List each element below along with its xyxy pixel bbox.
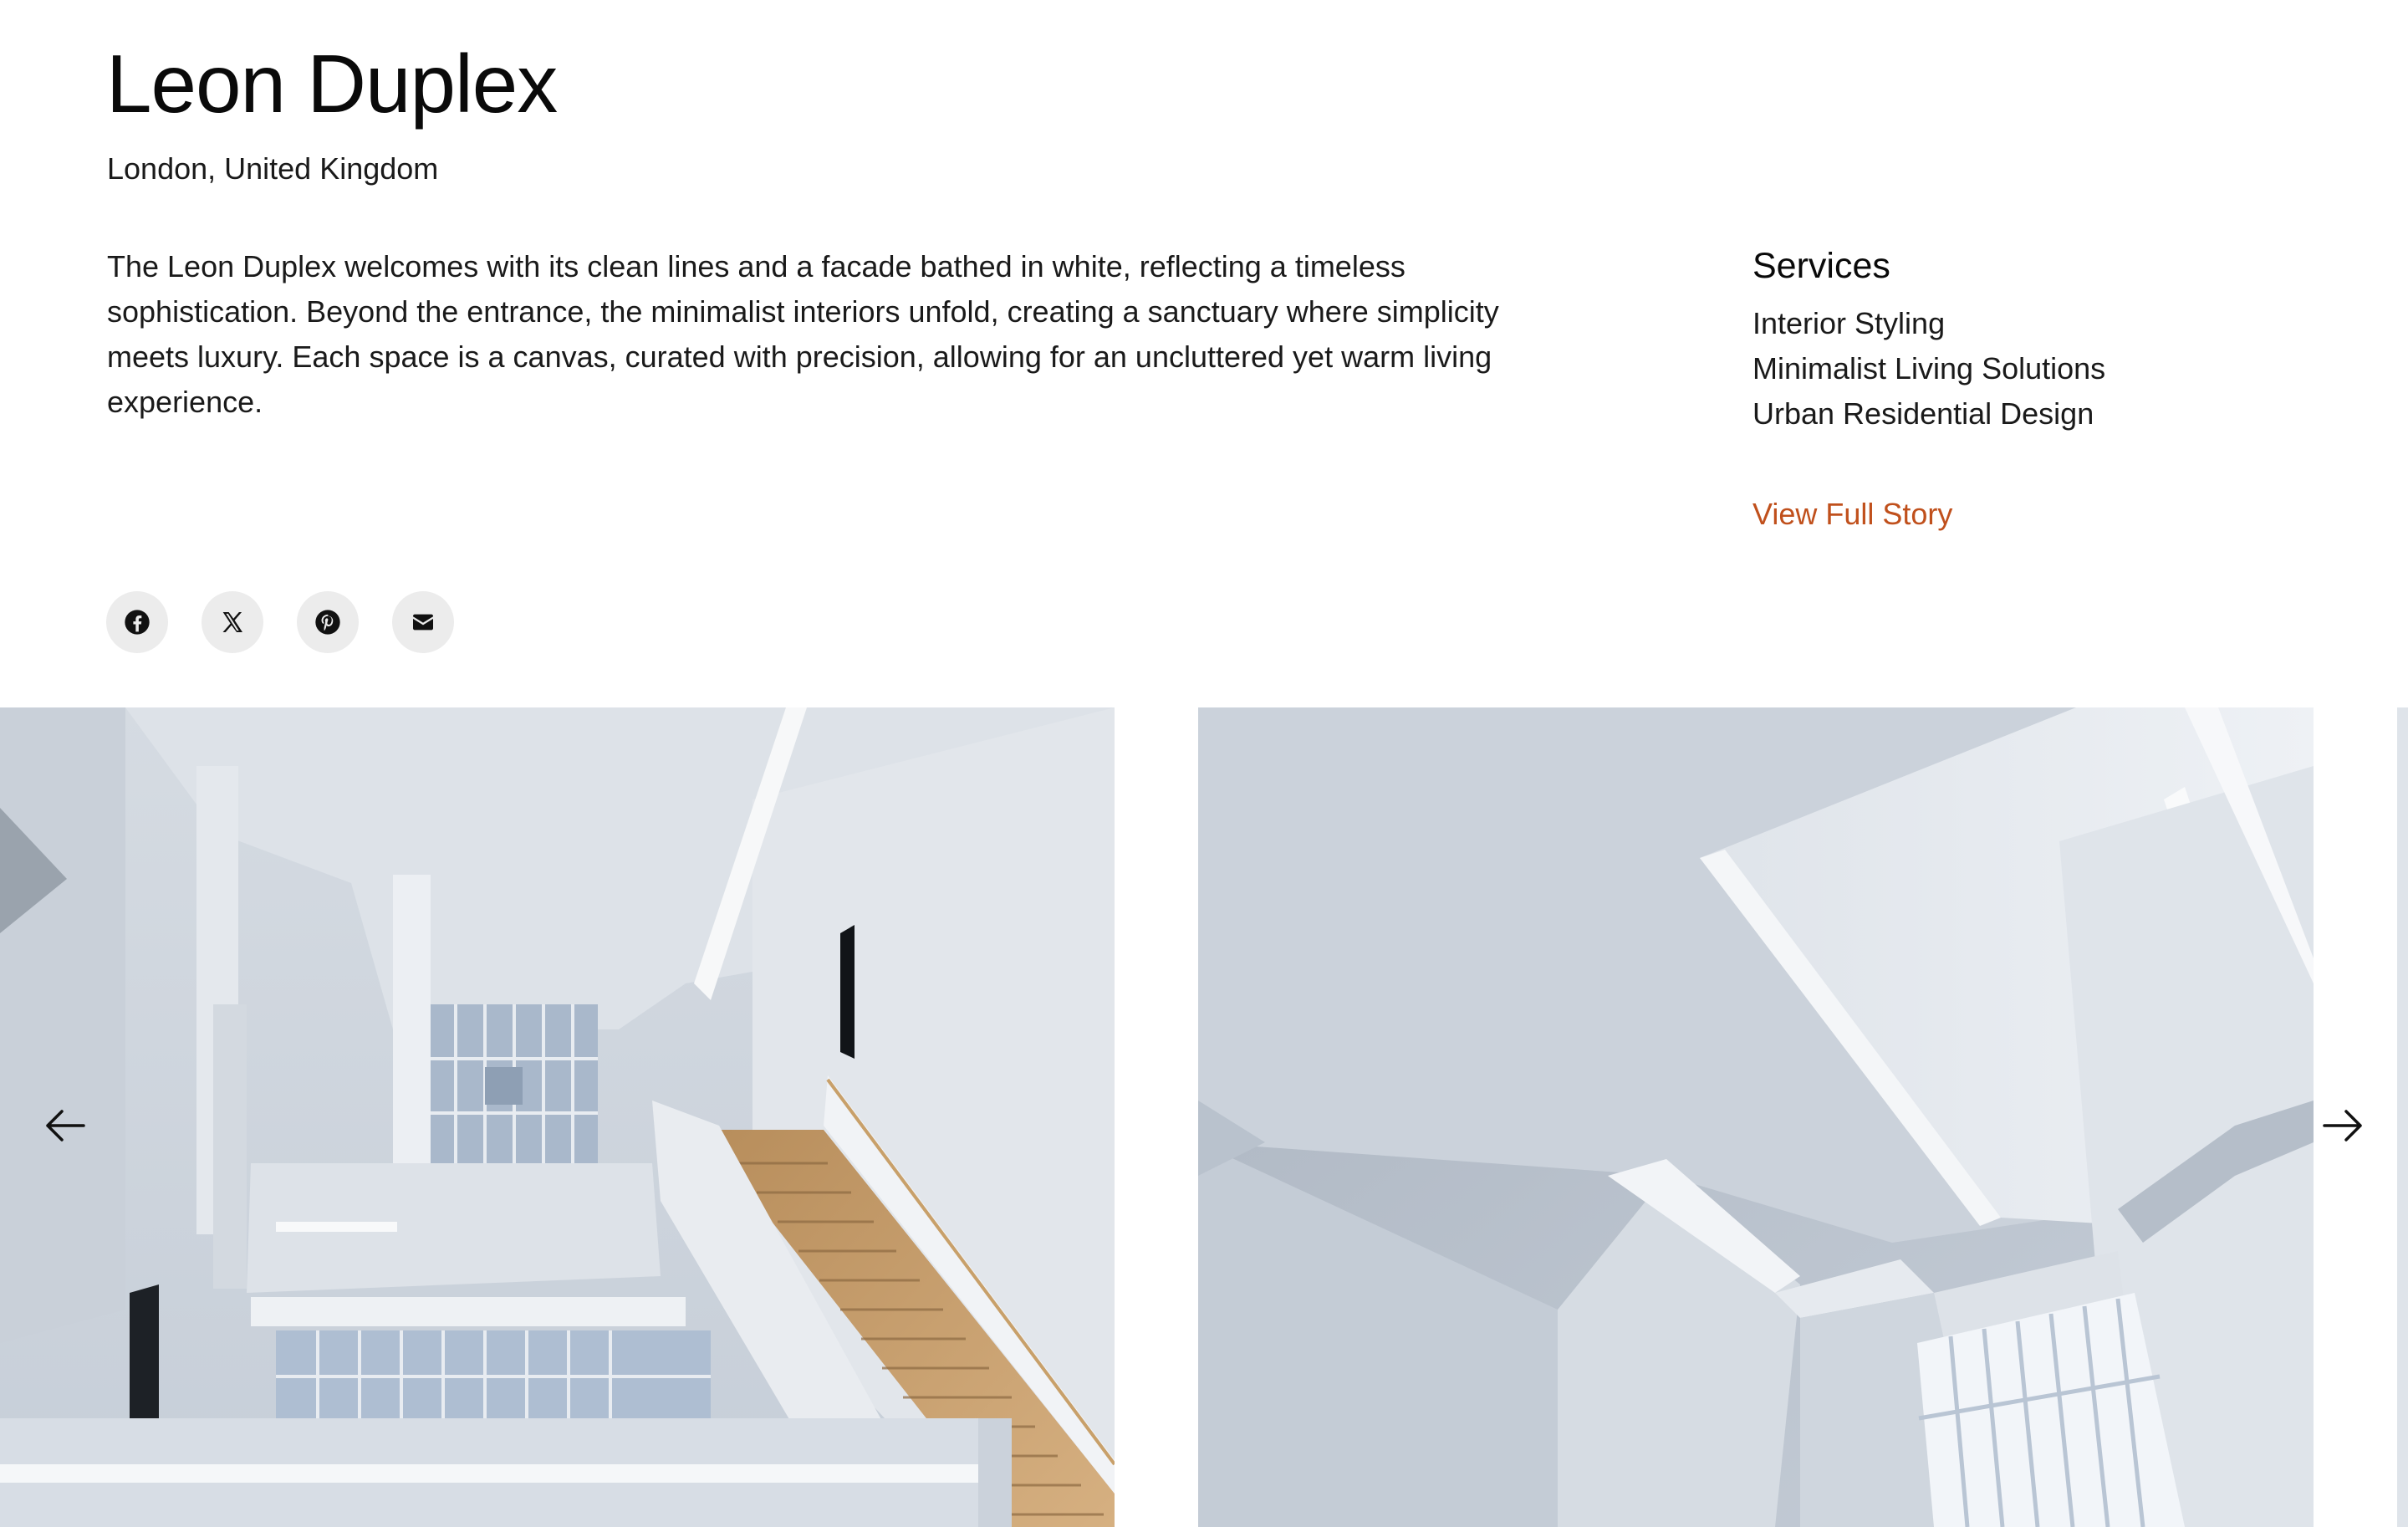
service-item: Urban Residential Design: [1752, 396, 2094, 431]
share-buttons: [106, 591, 454, 653]
gallery-image-white-ceiling[interactable]: [1198, 707, 2314, 1527]
gallery-image-staircase-atrium[interactable]: [0, 707, 1115, 1527]
carousel-next-button[interactable]: [2318, 1101, 2368, 1151]
share-x-button[interactable]: [202, 591, 263, 653]
page-title: Leon Duplex: [106, 38, 558, 130]
gallery-image-next-peek[interactable]: [2397, 707, 2408, 1527]
arrow-right-icon: [2319, 1102, 2366, 1149]
view-full-story-link[interactable]: View Full Story: [1752, 493, 1952, 535]
x-icon: [219, 609, 246, 636]
image-carousel[interactable]: [0, 707, 2408, 1527]
project-description: The Leon Duplex welcomes with its clean …: [107, 249, 1499, 419]
service-item: Interior Styling: [1752, 306, 1946, 340]
services-heading: Services: [1752, 246, 1890, 286]
share-email-button[interactable]: [392, 591, 454, 653]
pinterest-icon: [314, 609, 341, 636]
share-pinterest-button[interactable]: [297, 591, 359, 653]
project-location: London, United Kingdom: [107, 151, 439, 186]
arrow-left-icon: [42, 1102, 89, 1149]
services-list: Interior Styling Minimalist Living Solut…: [1752, 301, 2288, 437]
email-icon: [410, 609, 436, 636]
facebook-icon: [124, 609, 150, 636]
service-item: Minimalist Living Solutions: [1752, 351, 2106, 386]
carousel-prev-button[interactable]: [40, 1101, 90, 1151]
services-section: Services Interior Styling Minimalist Liv…: [1752, 243, 2288, 437]
share-facebook-button[interactable]: [106, 591, 168, 653]
